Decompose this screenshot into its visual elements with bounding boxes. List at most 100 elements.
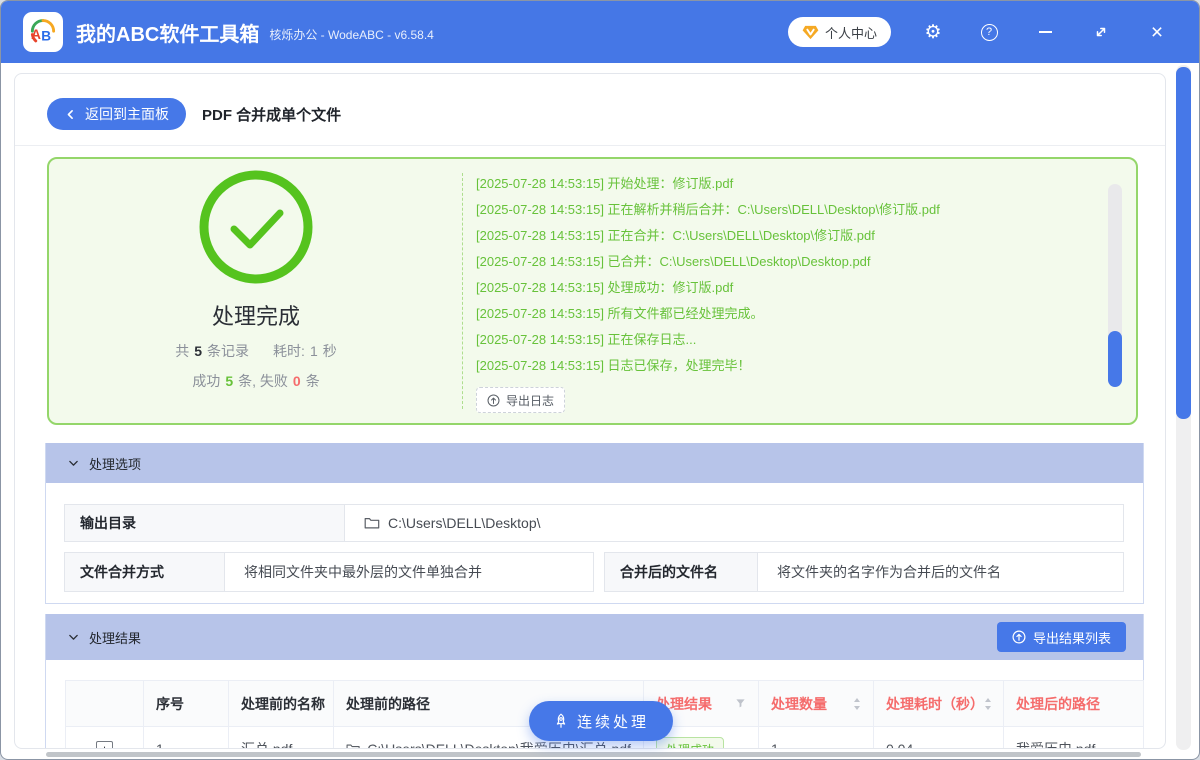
export-icon xyxy=(1012,630,1026,644)
folder-icon xyxy=(364,518,380,529)
summary-column: 处理完成 共 5 条记录 耗时: 1 秒 成功 5 条, 失败 0 条 xyxy=(49,159,463,423)
close-button[interactable]: × xyxy=(1129,12,1185,52)
svg-text:B: B xyxy=(41,29,51,44)
col-time[interactable]: 处理耗时（秒） xyxy=(873,680,1004,727)
options-body: 输出目录 C:\Users\DELL\Desktop\ 文件合并方式 将相同文件… xyxy=(46,483,1143,592)
summary-line-totals: 共 5 条记录 耗时: 1 秒 xyxy=(175,341,336,361)
back-to-dashboard-button[interactable]: 返回到主面板 xyxy=(47,98,186,130)
log-list: [2025-07-28 14:53:15] 开始处理：修订版.pdf [2025… xyxy=(476,171,1046,413)
export-results-button[interactable]: 导出结果列表 xyxy=(996,622,1126,652)
row-time: 0.04 xyxy=(873,726,1004,748)
row-index: 1 xyxy=(143,726,229,748)
folder-icon xyxy=(346,744,360,748)
abc-logo-icon: A B xyxy=(30,19,56,44)
gear-icon: ⚙ xyxy=(924,21,942,43)
merge-mode-field: 文件合并方式 将相同文件夹中最外层的文件单独合并 xyxy=(64,552,594,592)
process-complete-panel: 处理完成 共 5 条记录 耗时: 1 秒 成功 5 条, 失败 0 条 [202… xyxy=(47,157,1138,425)
titlebar: A B 我的ABC软件工具箱 核烁办公 - WodeABC - v6.58.4 … xyxy=(1,1,1199,63)
rocket-icon xyxy=(556,713,566,728)
results-section-title: 处理结果 xyxy=(89,630,142,646)
minimize-button[interactable] xyxy=(1017,12,1073,52)
user-center-button[interactable]: 个人中心 xyxy=(787,17,891,47)
dashed-divider xyxy=(462,173,463,409)
success-check-icon xyxy=(199,170,313,284)
success-count: 5 xyxy=(225,373,234,389)
results-section-header[interactable]: 处理结果 导出结果列表 xyxy=(46,614,1143,660)
merge-mode-value: 将相同文件夹中最外层的文件单独合并 xyxy=(244,564,482,580)
fail-count: 0 xyxy=(292,373,301,389)
log-line: [2025-07-28 14:53:15] 正在合并：C:\Users\DELL… xyxy=(476,228,875,243)
merged-filename-value: 将文件夹的名字作为合并后的文件名 xyxy=(777,564,1001,580)
status-title: 处理完成 xyxy=(211,304,300,329)
export-results-label: 导出结果列表 xyxy=(1032,630,1111,646)
options-section-title: 处理选项 xyxy=(89,456,142,472)
app-subtitle: 核烁办公 - WodeABC - v6.58.4 xyxy=(269,28,434,42)
elapsed-label: 耗时: xyxy=(273,343,305,359)
total-label: 共 xyxy=(175,343,190,359)
export-log-label: 导出日志 xyxy=(506,393,555,408)
log-line: [2025-07-28 14:53:15] 已合并：C:\Users\DELL\… xyxy=(476,254,871,269)
horizontal-scrollbar[interactable] xyxy=(46,752,1141,757)
log-line: [2025-07-28 14:53:15] 正在解析并稍后合并：C:\Users… xyxy=(476,202,940,217)
page-scrollbar-track[interactable] xyxy=(1176,65,1191,750)
page-title: PDF 合并成单个文件 xyxy=(202,106,342,124)
settings-button[interactable]: ⚙ xyxy=(905,12,961,52)
output-dir-label: 输出目录 xyxy=(65,505,345,541)
continue-processing-button[interactable]: 连续处理 xyxy=(529,701,673,741)
output-dir-row: 输出目录 C:\Users\DELL\Desktop\ xyxy=(64,504,1124,542)
divider xyxy=(15,145,1165,146)
options-section-header[interactable]: 处理选项 xyxy=(46,443,1143,483)
chevron-down-icon xyxy=(69,460,78,466)
minimize-icon xyxy=(1038,31,1052,33)
elapsed-unit: 秒 xyxy=(322,343,337,359)
records-label: 条记录 xyxy=(207,343,250,359)
app-logo: A B xyxy=(23,12,63,52)
resize-icon xyxy=(1096,27,1106,37)
output-dir-field: C:\Users\DELL\Desktop\ xyxy=(345,505,1123,541)
merged-filename-label: 合并后的文件名 xyxy=(605,553,758,591)
col-expand xyxy=(65,680,144,727)
elapsed-value: 1 xyxy=(309,343,318,359)
resize-button[interactable] xyxy=(1073,12,1129,52)
output-dir-value: C:\Users\DELL\Desktop\ xyxy=(388,515,541,531)
merge-options-row: 文件合并方式 将相同文件夹中最外层的文件单独合并 合并后的文件名 将文件夹的名字… xyxy=(64,552,1124,592)
log-scrollbar-track[interactable] xyxy=(1108,184,1122,387)
row-output: 我爱历史.pdf xyxy=(1003,726,1144,748)
toolbar: 返回到主面板 PDF 合并成单个文件 xyxy=(47,98,341,130)
main-panel: 返回到主面板 PDF 合并成单个文件 处理完成 共 5 条记录 耗时: 1 秒 … xyxy=(14,73,1166,749)
col-count[interactable]: 处理数量 xyxy=(758,680,874,727)
sort-icon[interactable] xyxy=(984,697,992,711)
vip-badge-icon xyxy=(802,25,819,39)
row-count: 1 xyxy=(758,726,874,748)
help-button[interactable]: ? xyxy=(961,12,1017,52)
chevron-down-icon xyxy=(69,634,78,640)
page-scrollbar-thumb[interactable] xyxy=(1176,67,1191,419)
log-scrollbar-thumb[interactable] xyxy=(1108,331,1122,387)
col-name: 处理前的名称 xyxy=(228,680,334,727)
app-title: 我的ABC软件工具箱 xyxy=(76,23,260,46)
export-log-button[interactable]: 导出日志 xyxy=(476,387,566,413)
col-index: 序号 xyxy=(143,680,229,727)
fail-unit: 条 xyxy=(305,373,320,389)
sort-icon[interactable] xyxy=(853,697,861,711)
merge-mode-label: 文件合并方式 xyxy=(65,553,225,591)
log-line: [2025-07-28 14:53:15] 所有文件都已经处理完成。 xyxy=(476,306,764,321)
help-icon: ? xyxy=(980,23,998,41)
row-name: 汇总.pdf xyxy=(228,726,334,748)
filter-icon[interactable] xyxy=(735,698,746,709)
log-line: [2025-07-28 14:53:15] 处理成功：修订版.pdf xyxy=(476,280,734,295)
col-output: 处理后的路径 xyxy=(1003,680,1144,727)
summary-line-success-fail: 成功 5 条, 失败 0 条 xyxy=(192,371,319,391)
options-section: 处理选项 输出目录 C:\Users\DELL\Desktop\ 文件合并方式 xyxy=(45,443,1144,604)
titlebar-controls: 个人中心 ⚙ ? × xyxy=(787,12,1199,52)
total-count: 5 xyxy=(194,343,203,359)
app-window: A B 我的ABC软件工具箱 核烁办公 - WodeABC - v6.58.4 … xyxy=(0,0,1200,760)
close-icon: × xyxy=(1150,20,1164,44)
user-center-label: 个人中心 xyxy=(824,25,877,41)
col-time-label: 处理耗时（秒） xyxy=(886,695,984,712)
log-line: [2025-07-28 14:53:15] 正在保存日志... xyxy=(476,332,697,347)
row-expand-button[interactable]: + xyxy=(96,740,113,748)
export-icon xyxy=(487,394,500,406)
svg-text:A: A xyxy=(31,27,41,42)
chevron-left-icon xyxy=(67,109,73,119)
